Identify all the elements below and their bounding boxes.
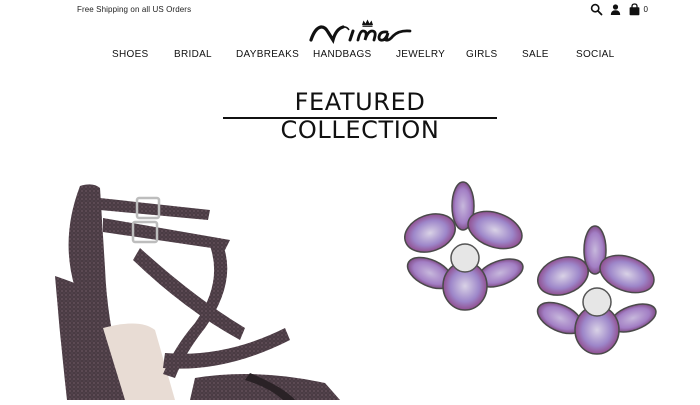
cart-icon[interactable]: [628, 3, 641, 16]
nav-item-sale[interactable]: SALE: [522, 49, 549, 60]
nav-item-shoes[interactable]: SHOES: [112, 49, 149, 60]
nav-item-handbags[interactable]: HANDBAGS: [313, 49, 372, 60]
top-bar: Free Shipping on all US Orders 0: [0, 0, 700, 20]
earring-right: [536, 225, 657, 355]
cart-count[interactable]: 0: [644, 3, 648, 16]
nav-item-social[interactable]: SOCIAL: [576, 49, 614, 60]
utility-icons: 0: [584, 3, 648, 16]
account-icon[interactable]: [609, 3, 622, 16]
product-image-earrings[interactable]: [395, 178, 665, 358]
promo-banner: Free Shipping on all US Orders: [77, 5, 192, 14]
main-nav: SHOES BRIDAL DAYBREAKS HANDBAGS JEWELRY …: [0, 49, 700, 63]
nav-item-jewelry[interactable]: JEWELRY: [396, 49, 445, 60]
title-underline: [223, 117, 497, 119]
product-image-heel[interactable]: [45, 178, 345, 400]
nav-item-bridal[interactable]: BRIDAL: [174, 49, 212, 60]
earring-left: [404, 181, 524, 311]
search-icon[interactable]: [590, 3, 603, 16]
nav-item-girls[interactable]: GIRLS: [466, 49, 498, 60]
nav-item-daybreaks[interactable]: DAYBREAKS: [236, 49, 299, 60]
brand-logo[interactable]: [309, 18, 412, 44]
crown-icon: [362, 19, 373, 27]
featured-collection-title: FEATURED COLLECTION: [280, 88, 440, 144]
